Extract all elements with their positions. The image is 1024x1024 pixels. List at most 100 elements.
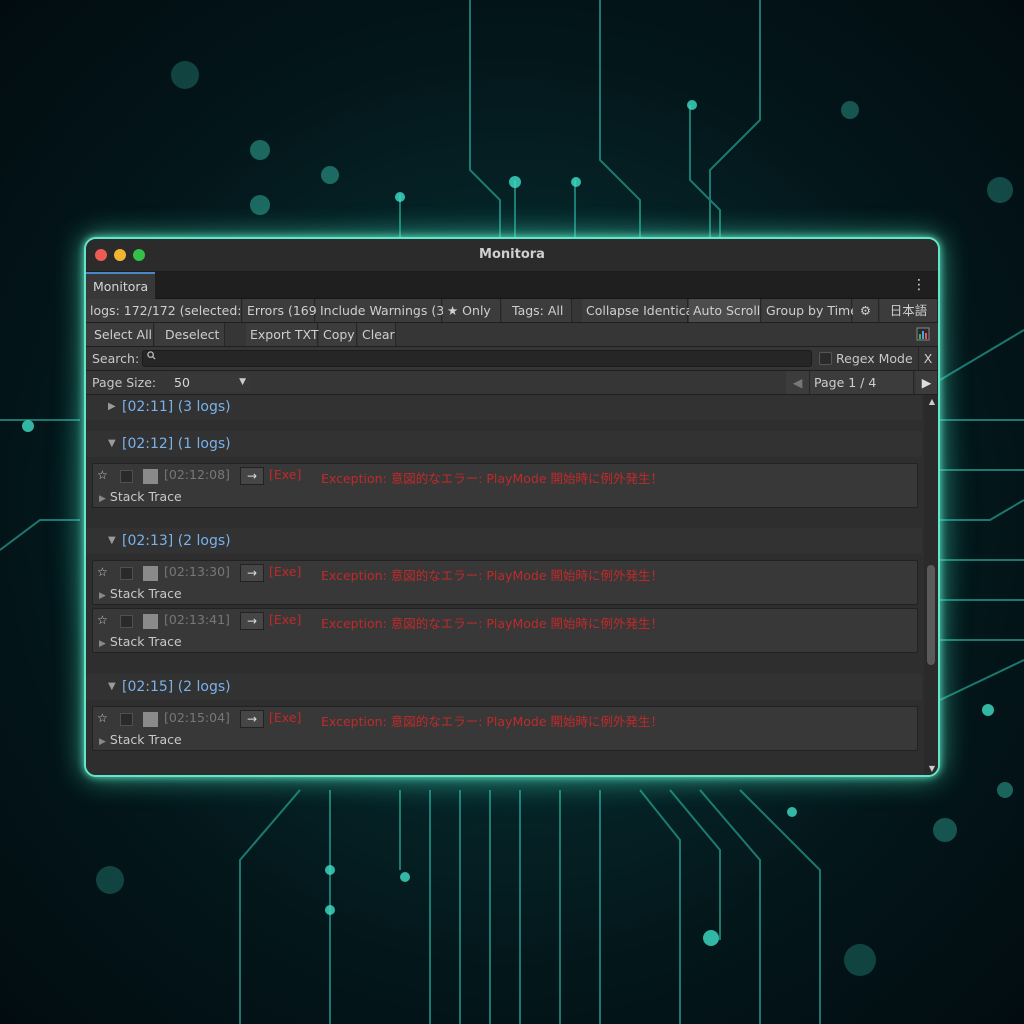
log-timestamp: [02:13:30] bbox=[164, 564, 230, 579]
regex-mode-label: Regex Mode bbox=[836, 351, 913, 366]
logs-count-label: logs: 172/172 (selected: 0) bbox=[86, 299, 258, 322]
jump-to-source-button[interactable]: → bbox=[240, 564, 264, 582]
select-checkbox[interactable] bbox=[120, 615, 133, 628]
include-warnings-button[interactable]: Include Warnings (3) bbox=[316, 299, 449, 322]
title-bar: Monitora bbox=[86, 239, 938, 272]
collapse-identical-button[interactable]: Collapse Identical bbox=[582, 299, 697, 322]
tab-monitora[interactable]: Monitora bbox=[86, 272, 156, 299]
expand-arrow-icon: ▶ bbox=[99, 494, 106, 504]
stack-trace-toggle[interactable]: ▶ Stack Trace bbox=[99, 634, 182, 649]
deselect-button[interactable]: Deselect bbox=[155, 323, 225, 346]
stack-trace-label: Stack Trace bbox=[109, 634, 182, 649]
group-header[interactable]: ▼ [02:12] (1 logs) bbox=[86, 431, 922, 457]
select-checkbox[interactable] bbox=[120, 470, 133, 483]
log-entry[interactable]: ☆ [02:12:08] → [Exe] Exception: 意図的なエラー:… bbox=[92, 463, 918, 508]
search-label: Search: bbox=[92, 351, 140, 366]
action-toolbar: Select All Deselect Export TXT Copy Clea… bbox=[86, 323, 938, 347]
jump-to-source-button[interactable]: → bbox=[240, 467, 264, 485]
star-icon[interactable]: ☆ bbox=[97, 468, 108, 482]
group-header-label: [02:13] (2 logs) bbox=[122, 533, 231, 549]
search-row: Search: Regex Mode X bbox=[86, 347, 938, 371]
jump-to-source-button[interactable]: → bbox=[240, 710, 264, 728]
clear-button[interactable]: Clear bbox=[358, 323, 396, 346]
group-header-label: [02:15] (2 logs) bbox=[122, 679, 231, 695]
log-message: Exception: 意図的なエラー: PlayMode 開始時に例外発生！ bbox=[321, 714, 663, 729]
next-page-button[interactable]: ▶ bbox=[916, 371, 938, 394]
expand-arrow-icon: ▶ bbox=[99, 737, 106, 747]
tab-bar: Monitora ⋮ bbox=[86, 272, 938, 299]
page-indicator: Page 1 / 4 bbox=[810, 371, 914, 394]
log-tag: [Exe] bbox=[269, 710, 302, 725]
stack-trace-toggle[interactable]: ▶ Stack Trace bbox=[99, 732, 182, 747]
page-size-select[interactable]: 50 ▼ bbox=[170, 373, 250, 392]
expand-arrow-icon: ▶ bbox=[108, 401, 116, 412]
log-timestamp: [02:13:41] bbox=[164, 612, 230, 627]
group-header[interactable]: ▼ [02:15] (2 logs) bbox=[86, 674, 922, 700]
search-input[interactable] bbox=[142, 350, 812, 367]
page-size-value: 50 bbox=[174, 375, 190, 390]
collapse-arrow-icon: ▼ bbox=[108, 681, 116, 692]
paging-row: Page Size: 50 ▼ ◀ Page 1 / 4 ▶ bbox=[86, 371, 938, 395]
group-header[interactable]: ▼ [02:13] (2 logs) bbox=[86, 528, 922, 554]
collapse-arrow-icon: ▼ bbox=[108, 438, 116, 449]
log-message: Exception: 意図的なエラー: PlayMode 開始時に例外発生！ bbox=[321, 616, 663, 631]
monitora-window: Monitora Monitora ⋮ logs: 172/172 (selec… bbox=[84, 237, 940, 777]
scroll-up-icon[interactable]: ▲ bbox=[929, 397, 935, 406]
jump-to-source-button[interactable]: → bbox=[240, 612, 264, 630]
kebab-menu-icon[interactable]: ⋮ bbox=[912, 276, 926, 294]
log-type-icon bbox=[143, 614, 158, 629]
gear-icon[interactable]: ⚙ bbox=[853, 299, 879, 322]
clear-search-button[interactable]: X bbox=[918, 347, 938, 370]
expand-arrow-icon: ▶ bbox=[99, 639, 106, 649]
group-header-label: [02:11] (3 logs) bbox=[122, 399, 231, 415]
filter-toolbar: logs: 172/172 (selected: 0) Errors (169)… bbox=[86, 299, 938, 323]
stack-trace-label: Stack Trace bbox=[109, 732, 182, 747]
log-type-icon bbox=[143, 712, 158, 727]
stack-trace-toggle[interactable]: ▶ Stack Trace bbox=[99, 586, 182, 601]
log-tag: [Exe] bbox=[269, 612, 302, 627]
star-icon[interactable]: ☆ bbox=[97, 613, 108, 627]
log-type-icon bbox=[143, 566, 158, 581]
star-only-button[interactable]: ★ Only bbox=[443, 299, 501, 322]
stack-trace-label: Stack Trace bbox=[109, 586, 182, 601]
log-tag: [Exe] bbox=[269, 564, 302, 579]
page-size-label: Page Size: bbox=[92, 375, 157, 390]
log-type-icon bbox=[143, 469, 158, 484]
stack-trace-label: Stack Trace bbox=[109, 489, 182, 504]
group-by-time-toggle[interactable]: Group by Time bbox=[762, 299, 858, 322]
chart-icon[interactable] bbox=[912, 323, 938, 346]
group-header-label: [02:12] (1 logs) bbox=[122, 436, 231, 452]
search-icon bbox=[147, 351, 156, 363]
log-tag: [Exe] bbox=[269, 467, 302, 482]
scrollbar-thumb[interactable] bbox=[927, 565, 935, 665]
select-checkbox[interactable] bbox=[120, 713, 133, 726]
collapse-arrow-icon: ▼ bbox=[108, 535, 116, 546]
scroll-down-icon[interactable]: ▼ bbox=[929, 764, 935, 773]
export-txt-button[interactable]: Export TXT bbox=[246, 323, 319, 346]
prev-page-button[interactable]: ◀ bbox=[786, 371, 810, 394]
copy-button[interactable]: Copy bbox=[319, 323, 357, 346]
log-timestamp: [02:15:04] bbox=[164, 710, 230, 725]
log-entry[interactable]: ☆ [02:13:41] → [Exe] Exception: 意図的なエラー:… bbox=[92, 608, 918, 653]
chevron-down-icon: ▼ bbox=[239, 377, 246, 387]
regex-mode-checkbox[interactable] bbox=[819, 352, 832, 365]
log-list[interactable]: ▶ [02:11] (3 logs) ▼ [02:12] (1 logs) ☆ … bbox=[86, 395, 938, 775]
star-icon[interactable]: ☆ bbox=[97, 565, 108, 579]
errors-filter-button[interactable]: Errors (169) bbox=[243, 299, 322, 322]
log-message: Exception: 意図的なエラー: PlayMode 開始時に例外発生！ bbox=[321, 471, 663, 486]
log-entry[interactable]: ☆ [02:13:30] → [Exe] Exception: 意図的なエラー:… bbox=[92, 560, 918, 605]
group-header[interactable]: ▶ [02:11] (3 logs) bbox=[86, 395, 922, 420]
window-title: Monitora bbox=[479, 247, 545, 262]
auto-scroll-toggle[interactable]: Auto Scroll bbox=[689, 299, 761, 322]
vertical-scrollbar[interactable]: ▲ ▼ bbox=[924, 395, 938, 775]
stack-trace-toggle[interactable]: ▶ Stack Trace bbox=[99, 489, 182, 504]
select-checkbox[interactable] bbox=[120, 567, 133, 580]
log-timestamp: [02:12:08] bbox=[164, 467, 230, 482]
star-icon[interactable]: ☆ bbox=[97, 711, 108, 725]
log-entry[interactable]: ☆ [02:15:04] → [Exe] Exception: 意図的なエラー:… bbox=[92, 706, 918, 751]
language-button[interactable]: 日本語 bbox=[880, 299, 938, 322]
log-message: Exception: 意図的なエラー: PlayMode 開始時に例外発生！ bbox=[321, 568, 663, 583]
expand-arrow-icon: ▶ bbox=[99, 591, 106, 601]
select-all-button[interactable]: Select All bbox=[86, 323, 154, 346]
tags-filter-button[interactable]: Tags: All bbox=[502, 299, 572, 322]
